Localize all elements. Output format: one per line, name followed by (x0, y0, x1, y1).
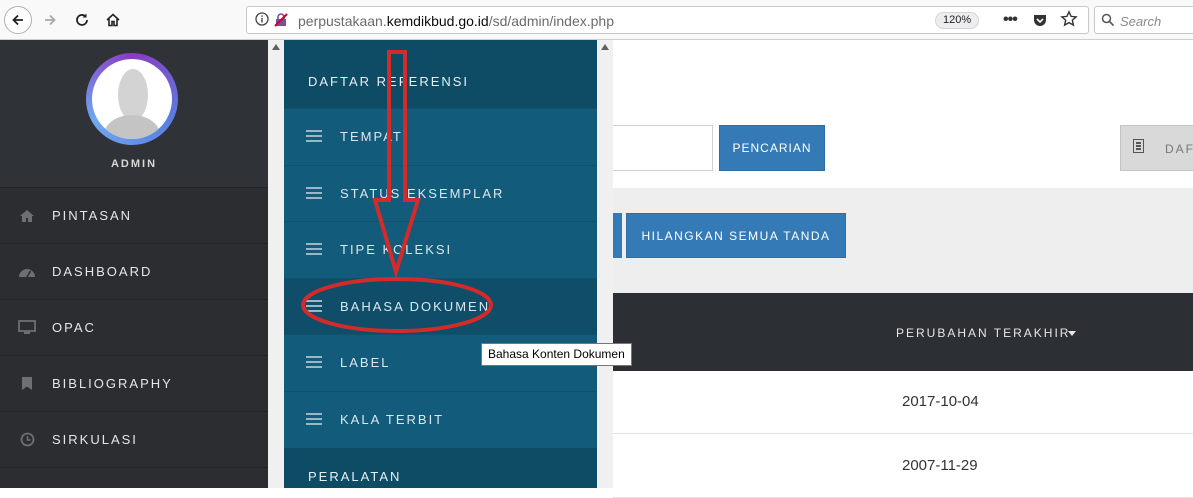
sidebar-item-label: SIRKULASI (52, 432, 138, 447)
menu-lines-icon (306, 356, 322, 369)
clear-all-marks-button[interactable]: HILANGKAN SEMUA TANDA (626, 213, 846, 258)
sidebar-item-label: OPAC (52, 320, 96, 335)
page-actions-icon[interactable]: ••• (1003, 11, 1018, 29)
scroll-up-icon[interactable] (272, 44, 280, 50)
left-sidebar: ADMIN PINTASAN DASHBOARD OPAC BIBLIOGRAP… (0, 40, 268, 488)
sidebar-item-dashboard[interactable]: DASHBOARD (0, 243, 268, 299)
list-document-icon (1133, 139, 1144, 153)
url-prefix: perpustakaan. (298, 13, 387, 29)
home-icon (106, 13, 120, 27)
select-all-button[interactable] (613, 213, 622, 258)
back-arrow-icon (12, 14, 23, 26)
search-input[interactable] (613, 125, 713, 171)
menu-lines-icon (306, 300, 322, 313)
submenu-item-label: STATUS EKSEMPLAR (340, 186, 505, 201)
home-icon (18, 207, 36, 225)
list-button-label: DAF (1165, 142, 1193, 156)
address-bar[interactable]: perpustakaan.kemdikbud.go.id/sd/admin/in… (246, 6, 1089, 34)
sidebar-item-label: BIBLIOGRAPHY (52, 376, 173, 391)
sidebar-item-pintasan[interactable]: PINTASAN (0, 187, 268, 243)
clock-icon (18, 431, 36, 449)
bookmark-star-icon[interactable] (1060, 10, 1078, 33)
profile-panel: ADMIN (0, 40, 268, 187)
menu-lines-icon (306, 187, 322, 200)
submenu-item-status-eksemplar[interactable]: STATUS EKSEMPLAR (284, 165, 597, 221)
url-text[interactable]: perpustakaan.kemdikbud.go.id/sd/admin/in… (298, 13, 614, 29)
forward-arrow-icon (45, 14, 56, 26)
reload-icon (76, 13, 88, 26)
dashboard-icon (18, 263, 36, 281)
submenu-item-label: TIPE KOLEKSI (340, 242, 453, 257)
table-row[interactable]: 2007-11-29 (613, 435, 1193, 498)
sidebar-item-label: PINTASAN (52, 208, 133, 223)
last-change-cell: 2017-10-04 (902, 393, 979, 410)
sidebar-item-label: DASHBOARD (52, 264, 153, 279)
menu-lines-icon (306, 413, 322, 426)
main-content: PENCARIAN DAF HILANGKAN SEMUA TANDA PERU… (613, 40, 1193, 498)
monitor-icon (18, 319, 36, 337)
submenu-daftar-referensi: DAFTAR REFERENSI TEMPAT STATUS EKSEMPLAR… (284, 40, 597, 488)
sort-caret-icon[interactable] (1068, 331, 1076, 336)
submenu-item-label: KALA TERBIT (340, 412, 445, 427)
sidebar-item-next[interactable] (0, 467, 268, 488)
submenu-section-label: PERALATAN (308, 469, 402, 484)
submenu-item-tipe-koleksi[interactable]: TIPE KOLEKSI (284, 221, 597, 277)
submenu-item-label: TEMPAT (340, 129, 403, 144)
menu-lines-icon (306, 243, 322, 256)
submenu-item-label-text: LABEL (340, 355, 391, 370)
submenu-header-label: DAFTAR REFERENSI (308, 74, 470, 89)
last-change-cell: 2007-11-29 (902, 457, 978, 474)
sidebar-item-bibliography[interactable]: BIBLIOGRAPHY (0, 355, 268, 411)
submenu-item-kala-terbit[interactable]: KALA TERBIT (284, 391, 597, 447)
tooltip: Bahasa Konten Dokumen (481, 343, 632, 366)
submenu-section-peralatan[interactable]: PERALATAN (284, 448, 597, 488)
avatar-silhouette-icon (92, 59, 172, 139)
back-button[interactable] (4, 6, 32, 34)
bookmark-icon (18, 375, 36, 393)
reload-button[interactable] (68, 6, 96, 34)
search-icon (1101, 13, 1115, 32)
sidebar-item-sirkulasi[interactable]: SIRKULASI (0, 411, 268, 467)
menu-lines-icon (306, 130, 322, 143)
profile-name: ADMIN (110, 158, 158, 170)
url-path: /sd/admin/index.php (488, 13, 614, 29)
avatar[interactable] (86, 53, 178, 145)
action-toolbar: HILANGKAN SEMUA TANDA (613, 188, 1193, 293)
submenu-header: DAFTAR REFERENSI (284, 40, 597, 108)
column-header-last-change[interactable]: PERUBAHAN TERAKHIR (896, 326, 1070, 340)
submenu-item-tempat[interactable]: TEMPAT (284, 108, 597, 164)
home-button[interactable] (99, 6, 127, 34)
scroll-up-icon[interactable] (601, 44, 609, 50)
url-domain: kemdikbud.go.id (386, 13, 489, 29)
table-header: PERUBAHAN TERAKHIR (613, 293, 1193, 371)
info-icon[interactable] (255, 12, 269, 31)
search-placeholder: Search (1120, 14, 1162, 29)
zoom-indicator[interactable]: 120% (935, 12, 980, 29)
submenu-item-label: BAHASA DOKUMEN (340, 299, 491, 314)
pocket-icon[interactable] (1032, 12, 1048, 33)
submenu-item-bahasa-dokumen[interactable]: BAHASA DOKUMEN (284, 278, 597, 334)
search-button[interactable]: PENCARIAN (719, 125, 825, 171)
browser-toolbar: perpustakaan.kemdikbud.go.id/sd/admin/in… (0, 0, 1193, 40)
browser-search-box[interactable]: Search (1094, 6, 1193, 34)
sidebar-scrollbar[interactable] (268, 40, 284, 488)
forward-button[interactable] (36, 6, 64, 34)
table-row[interactable]: 2017-10-04 (613, 371, 1193, 434)
insecure-lock-icon[interactable] (273, 12, 289, 33)
list-button[interactable]: DAF (1120, 125, 1193, 171)
sidebar-item-opac[interactable]: OPAC (0, 299, 268, 355)
submenu-scrollbar[interactable] (597, 40, 613, 488)
